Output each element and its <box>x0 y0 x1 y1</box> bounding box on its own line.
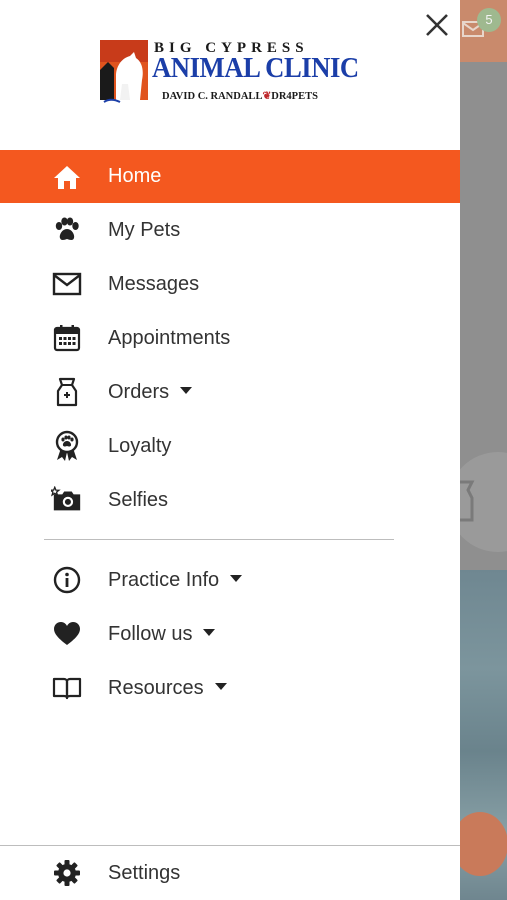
menu-item-resources[interactable]: Resources <box>0 661 460 715</box>
mail-icon <box>51 268 83 300</box>
menu-item-selfies[interactable]: Selfies <box>0 473 460 527</box>
menu-item-label: Loyalty <box>108 434 172 457</box>
logo-tagline-handle: DR4PETS <box>271 91 318 102</box>
pet-food-bag-icon <box>51 376 83 408</box>
menu-item-label: Selfies <box>108 488 169 511</box>
menu-item-orders[interactable]: Orders <box>0 365 460 419</box>
logo-text-animal-clinic: ANIMAL CLINIC <box>152 52 359 84</box>
menu-item-label: Follow us <box>108 622 216 646</box>
menu-item-follow-us[interactable]: Follow us <box>0 607 460 661</box>
close-icon <box>426 14 448 36</box>
logo-tagline: DAVID C. RANDALL❦DR4PETS <box>162 90 362 102</box>
menu-item-label: Settings <box>108 861 181 884</box>
practice-info-label-text: Practice Info <box>108 568 220 591</box>
info-icon <box>51 564 83 596</box>
gear-icon <box>51 857 83 889</box>
menu-item-loyalty[interactable]: Loyalty <box>0 419 460 473</box>
menu-item-label: Appointments <box>108 326 231 349</box>
menu-item-label: My Pets <box>108 218 181 241</box>
background-bag-icon <box>460 480 475 522</box>
background-app[interactable]: 5 <box>460 0 507 900</box>
menu-item-my-pets[interactable]: My Pets <box>0 203 460 257</box>
menu-item-label: Orders <box>108 380 193 404</box>
camera-icon <box>51 484 83 516</box>
menu-item-appointments[interactable]: Appointments <box>0 311 460 365</box>
book-icon <box>51 672 83 704</box>
secondary-menu: Practice Info Follow us Resources <box>0 553 460 715</box>
menu-item-messages[interactable]: Messages <box>0 257 460 311</box>
logo-paw-icon: ❦ <box>262 91 272 102</box>
logo-tagline-doctor: DAVID C. RANDALL <box>162 91 263 102</box>
navigation-drawer: BIG CYPRESS ANIMAL CLINIC DAVID C. RANDA… <box>0 0 460 900</box>
app-screen: 5 BIG CYPRESS ANIMAL CLINIC DAVID C. RAN… <box>0 0 507 900</box>
calendar-icon <box>51 322 83 354</box>
menu-item-settings[interactable]: Settings <box>0 846 460 900</box>
ribbon-badge-icon <box>51 430 83 462</box>
orders-label-text: Orders <box>108 380 170 403</box>
close-drawer-button[interactable] <box>419 7 455 43</box>
menu-item-home[interactable]: Home <box>0 150 460 203</box>
paw-icon <box>51 214 83 246</box>
heart-icon <box>51 618 83 650</box>
menu-item-label: Messages <box>108 272 200 295</box>
primary-menu: Home My Pets Messages Appointments Order… <box>0 150 460 527</box>
clinic-logo-mark <box>100 40 148 103</box>
menu-divider <box>44 539 394 540</box>
menu-item-label: Resources <box>108 677 227 700</box>
background-fab <box>460 812 507 876</box>
home-icon <box>51 161 83 193</box>
chevron-down-icon <box>214 682 227 690</box>
follow-us-label-text: Follow us <box>108 622 193 645</box>
chevron-down-icon <box>230 574 243 582</box>
menu-item-practice-info[interactable]: Practice Info <box>0 553 460 607</box>
chevron-down-icon <box>180 386 193 394</box>
clinic-logo: BIG CYPRESS ANIMAL CLINIC DAVID C. RANDA… <box>100 38 364 106</box>
menu-item-label: Practice Info <box>108 568 243 592</box>
chevron-down-icon <box>203 628 216 636</box>
menu-item-label: Home <box>108 165 162 187</box>
notification-badge: 5 <box>477 8 501 32</box>
resources-label-text: Resources <box>108 676 204 699</box>
